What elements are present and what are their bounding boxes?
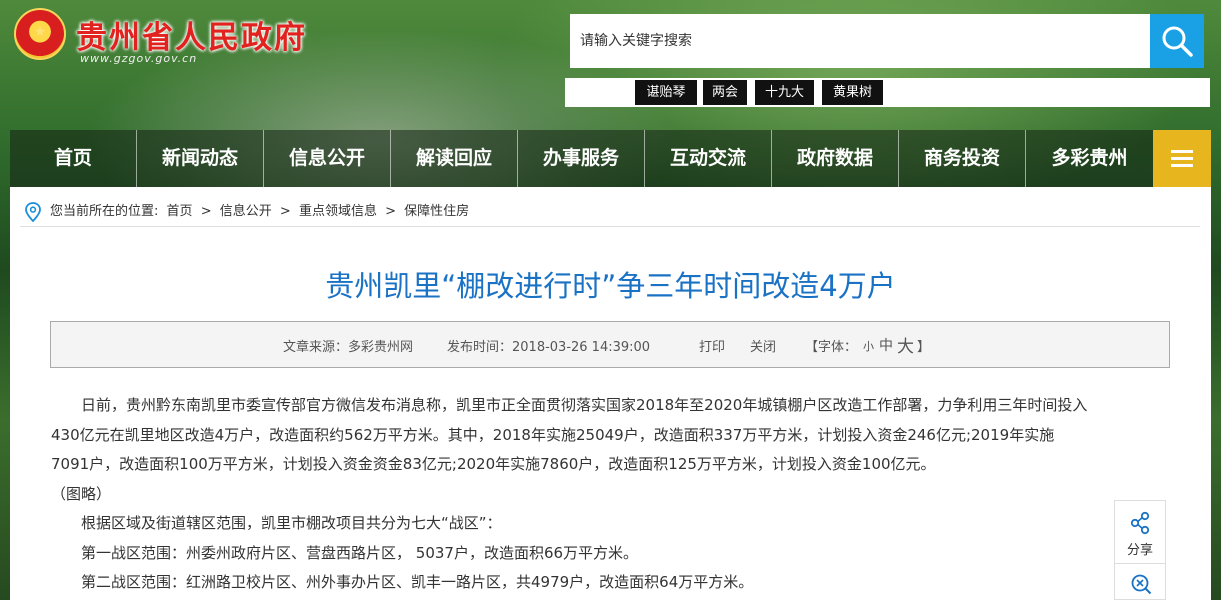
breadcrumb-prefix: 您当前所在的位置: bbox=[50, 204, 159, 219]
article-paragraph: （图略） bbox=[51, 484, 112, 503]
hot-tag[interactable]: 黄果树 bbox=[822, 80, 883, 105]
location-pin-icon bbox=[25, 202, 41, 222]
breadcrumb-text: 您当前所在的位置: 首页 > 信息公开 > 重点领域信息 > 保障性住房 bbox=[50, 197, 473, 227]
hot-keywords-bar: 谌贻琴 两会 十九大 黄果树 bbox=[565, 78, 1210, 107]
article-paragraph: 第二战区范围：红洲路卫校片区、州外事办片区、凯丰一路片区，共4979户，改造面积… bbox=[81, 573, 754, 591]
hamburger-icon bbox=[1171, 150, 1193, 153]
nav-item-info-disclosure[interactable]: 信息公开 bbox=[264, 130, 390, 187]
nav-item-gov-data[interactable]: 政府数据 bbox=[772, 130, 898, 187]
site-header: ★ 贵州省人民政府 www.gzgov.gov.cn 谌贻琴 两会 十九大 黄果… bbox=[0, 0, 1221, 130]
print-button[interactable]: 打印 bbox=[699, 336, 725, 355]
article-paragraph: 第一战区范围：州委州政府片区、营盘西路片区， 5037户，改造面积66万平方米。 bbox=[81, 543, 639, 562]
search-icon bbox=[1162, 26, 1193, 57]
hot-tag[interactable]: 谌贻琴 bbox=[635, 80, 697, 105]
breadcrumb-separator: > bbox=[200, 204, 212, 219]
main-nav: 首页 新闻动态 信息公开 解读回应 办事服务 互动交流 政府数据 商务投资 多彩… bbox=[10, 130, 1211, 187]
share-divider bbox=[1115, 563, 1165, 564]
share-panel[interactable]: 分享 bbox=[1114, 500, 1166, 600]
site-title[interactable]: 贵州省人民政府 bbox=[76, 12, 307, 57]
article-meta-bar: 文章来源：多彩贵州网 发布时间：2018-03-26 14:39:00 打印 关… bbox=[50, 321, 1170, 368]
breadcrumb-item-info-disclosure[interactable]: 信息公开 bbox=[220, 204, 272, 219]
nav-item-colorful-guizhou[interactable]: 多彩贵州 bbox=[1026, 130, 1153, 187]
nav-item-news[interactable]: 新闻动态 bbox=[137, 130, 263, 187]
close-button[interactable]: 关闭 bbox=[750, 336, 776, 355]
site-url: www.gzgov.gov.cn bbox=[80, 52, 198, 65]
share-icon bbox=[1130, 511, 1150, 535]
nav-item-interpretation[interactable]: 解读回应 bbox=[391, 130, 517, 187]
article-body: 日前，贵州黔东南凯里市委宣传部官方微信发布消息称，凯里市正全面贯彻落实国家201… bbox=[51, 391, 1091, 598]
breadcrumb-separator: > bbox=[385, 204, 396, 219]
breadcrumb-item-home[interactable]: 首页 bbox=[167, 204, 193, 219]
zoom-icon[interactable] bbox=[1130, 573, 1152, 595]
nav-item-business[interactable]: 商务投资 bbox=[899, 130, 1025, 187]
article-title: 贵州凯里“棚改进行时”争三年时间改造4万户 bbox=[325, 269, 896, 303]
nav-item-home[interactable]: 首页 bbox=[10, 130, 136, 187]
nav-item-services[interactable]: 办事服务 bbox=[518, 130, 644, 187]
hamburger-icon bbox=[1171, 157, 1193, 160]
breadcrumb-item-key-areas[interactable]: 重点领域信息 bbox=[299, 204, 377, 219]
breadcrumb: 您当前所在的位置: 首页 > 信息公开 > 重点领域信息 > 保障性住房 bbox=[20, 197, 1200, 227]
search-box bbox=[570, 14, 1150, 68]
search-button[interactable] bbox=[1150, 14, 1204, 68]
search-input[interactable] bbox=[570, 14, 1150, 68]
nav-item-interaction[interactable]: 互动交流 bbox=[645, 130, 771, 187]
breadcrumb-item-housing[interactable]: 保障性住房 bbox=[404, 204, 469, 219]
font-small-button[interactable]: 小 bbox=[863, 338, 874, 354]
content-panel: 您当前所在的位置: 首页 > 信息公开 > 重点领域信息 > 保障性住房 贵州凯… bbox=[10, 187, 1211, 600]
article-publish-time: 发布时间：2018-03-26 14:39:00 bbox=[447, 340, 651, 355]
share-label: 分享 bbox=[1126, 543, 1153, 558]
font-medium-button[interactable]: 中 bbox=[879, 335, 893, 355]
article-paragraph: 根据区域及街道辖区范围，凯里市棚改项目共分为七大“战区”： bbox=[81, 514, 502, 532]
font-size-label-close: 】 bbox=[917, 340, 931, 355]
hot-tag[interactable]: 两会 bbox=[703, 80, 747, 105]
breadcrumb-separator: > bbox=[279, 204, 291, 219]
font-large-button[interactable]: 大 bbox=[897, 332, 914, 357]
menu-button[interactable] bbox=[1153, 130, 1211, 187]
hot-tag[interactable]: 十九大 bbox=[755, 80, 814, 105]
article-source: 文章来源：多彩贵州网 bbox=[283, 340, 414, 355]
national-emblem-icon: ★ bbox=[14, 8, 66, 60]
font-size-label: 【字体： bbox=[805, 340, 858, 355]
article-paragraph: 日前，贵州黔东南凯里市委宣传部官方微信发布消息称，凯里市正全面贯彻落实国家201… bbox=[51, 396, 1088, 473]
hamburger-icon bbox=[1171, 164, 1193, 167]
